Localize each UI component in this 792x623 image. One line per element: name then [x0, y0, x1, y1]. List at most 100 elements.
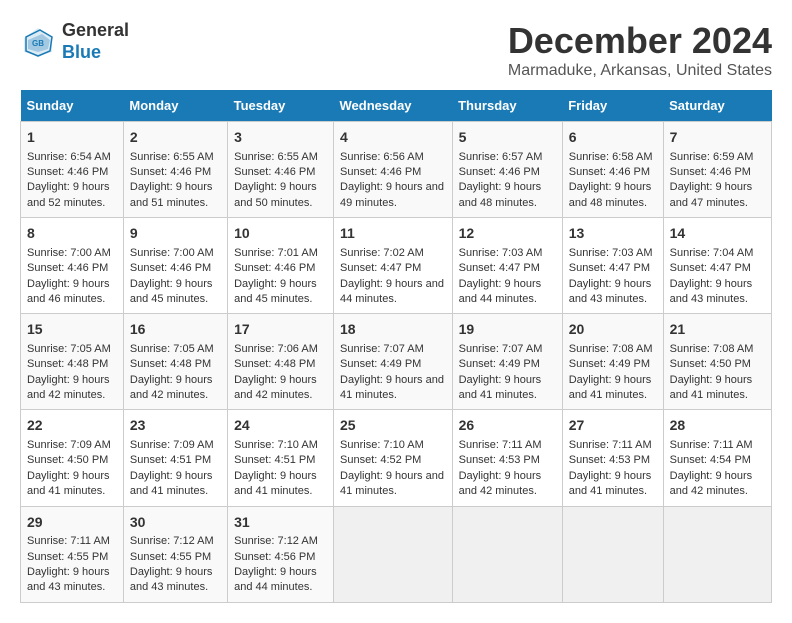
sunrise-text: Sunrise: 7:05 AM — [130, 342, 221, 357]
day-number: 2 — [130, 128, 221, 148]
sunrise-text: Sunrise: 7:07 AM — [340, 342, 446, 357]
sunrise-text: Sunrise: 6:56 AM — [340, 150, 446, 165]
calendar-cell: 28 Sunrise: 7:11 AMSunset: 4:54 PMDayligh… — [663, 410, 771, 506]
sunset-text: Sunset: 4:56 PM — [234, 550, 327, 565]
daylight-text: Daylight: 9 hours and 45 minutes. — [234, 277, 327, 308]
day-number: 26 — [459, 416, 556, 436]
day-number: 7 — [670, 128, 765, 148]
daylight-text: Daylight: 9 hours and 43 minutes. — [569, 277, 657, 308]
calendar-cell: 6Sunrise: 6:58 AMSunset: 4:46 PMDaylight… — [562, 122, 663, 218]
sunset-text: Sunset: 4:46 PM — [670, 165, 765, 180]
sunrise-text: Sunrise: 7:08 AM — [569, 342, 657, 357]
calendar-cell: 16Sunrise: 7:05 AMSunset: 4:48 PMDayligh… — [123, 314, 227, 410]
sunrise-text: Sunrise: 7:06 AM — [234, 342, 327, 357]
calendar-cell: 29Sunrise: 7:11 AMSunset: 4:55 PMDayligh… — [21, 506, 124, 602]
sunset-text: Sunset: 4:47 PM — [340, 261, 446, 276]
sunset-text: Sunset: 4:46 PM — [130, 165, 221, 180]
sunset-text: Sunset: 4:46 PM — [459, 165, 556, 180]
day-number: 30 — [130, 513, 221, 533]
sunrise-text: Sunrise: 6:58 AM — [569, 150, 657, 165]
calendar-cell: 12Sunrise: 7:03 AMSunset: 4:47 PMDayligh… — [452, 218, 562, 314]
sunset-text: Sunset: 4:46 PM — [27, 261, 117, 276]
sunset-text: Sunset: 4:54 PM — [670, 453, 765, 468]
day-number: 11 — [340, 224, 446, 244]
calendar-cell: 5Sunrise: 6:57 AMSunset: 4:46 PMDaylight… — [452, 122, 562, 218]
day-number: 24 — [234, 416, 327, 436]
sunset-text: Sunset: 4:46 PM — [234, 261, 327, 276]
daylight-text: Daylight: 9 hours and 41 minutes. — [234, 469, 327, 500]
day-number: 6 — [569, 128, 657, 148]
calendar-cell: 15Sunrise: 7:05 AMSunset: 4:48 PMDayligh… — [21, 314, 124, 410]
daylight-text: Daylight: 9 hours and 45 minutes. — [130, 277, 221, 308]
svg-text:GB: GB — [32, 39, 44, 48]
sunset-text: Sunset: 4:48 PM — [234, 357, 327, 372]
sunrise-text: Sunrise: 7:08 AM — [670, 342, 765, 357]
day-number: 9 — [130, 224, 221, 244]
day-number: 3 — [234, 128, 327, 148]
sunrise-text: Sunrise: 6:57 AM — [459, 150, 556, 165]
calendar-cell — [562, 506, 663, 602]
calendar-cell: 1Sunrise: 6:54 AMSunset: 4:46 PMDaylight… — [21, 122, 124, 218]
calendar-cell: 8Sunrise: 7:00 AMSunset: 4:46 PMDaylight… — [21, 218, 124, 314]
sunrise-text: Sunrise: 7:01 AM — [234, 246, 327, 261]
sunset-text: Sunset: 4:47 PM — [459, 261, 556, 276]
sunrise-text: Sunrise: 7:02 AM — [340, 246, 446, 261]
sunrise-text: Sunrise: 7:09 AM — [27, 438, 117, 453]
day-number: 22 — [27, 416, 117, 436]
sunrise-text: Sunrise: 7:11 AM — [27, 534, 117, 549]
sunset-text: Sunset: 4:46 PM — [130, 261, 221, 276]
day-number: 10 — [234, 224, 327, 244]
sunrise-text: Sunrise: 6:54 AM — [27, 150, 117, 165]
daylight-text: Daylight: 9 hours and 43 minutes. — [130, 565, 221, 596]
day-number: 31 — [234, 513, 327, 533]
daylight-text: Daylight: 9 hours and 42 minutes. — [670, 469, 765, 500]
sunrise-text: Sunrise: 7:03 AM — [459, 246, 556, 261]
sunset-text: Sunset: 4:49 PM — [569, 357, 657, 372]
calendar-cell: 25Sunrise: 7:10 AMSunset: 4:52 PMDayligh… — [334, 410, 453, 506]
sunrise-text: Sunrise: 7:11 AM — [670, 438, 765, 453]
calendar-cell: 19Sunrise: 7:07 AMSunset: 4:49 PMDayligh… — [452, 314, 562, 410]
sunset-text: Sunset: 4:48 PM — [27, 357, 117, 372]
sunrise-text: Sunrise: 7:12 AM — [234, 534, 327, 549]
daylight-text: Daylight: 9 hours and 50 minutes. — [234, 180, 327, 211]
sunset-text: Sunset: 4:52 PM — [340, 453, 446, 468]
day-number: 28 — [670, 416, 765, 436]
sunrise-text: Sunrise: 7:12 AM — [130, 534, 221, 549]
daylight-text: Daylight: 9 hours and 44 minutes. — [340, 277, 446, 308]
daylight-text: Daylight: 9 hours and 48 minutes. — [569, 180, 657, 211]
daylight-text: Daylight: 9 hours and 41 minutes. — [340, 469, 446, 500]
header-row: SundayMondayTuesdayWednesdayThursdayFrid… — [21, 90, 772, 122]
day-header-sunday: Sunday — [21, 90, 124, 122]
daylight-text: Daylight: 9 hours and 44 minutes. — [234, 565, 327, 596]
logo-text: General Blue — [62, 20, 129, 63]
day-header-friday: Friday — [562, 90, 663, 122]
sunset-text: Sunset: 4:47 PM — [569, 261, 657, 276]
daylight-text: Daylight: 9 hours and 48 minutes. — [459, 180, 556, 211]
daylight-text: Daylight: 9 hours and 49 minutes. — [340, 180, 446, 211]
week-row-4: 22Sunrise: 7:09 AMSunset: 4:50 PMDayligh… — [21, 410, 772, 506]
title-area: December 2024 Marmaduke, Arkansas, Unite… — [508, 20, 772, 80]
daylight-text: Daylight: 9 hours and 42 minutes. — [27, 373, 117, 404]
calendar-cell: 26Sunrise: 7:11 AMSunset: 4:53 PMDayligh… — [452, 410, 562, 506]
calendar-cell: 31Sunrise: 7:12 AMSunset: 4:56 PMDayligh… — [228, 506, 334, 602]
calendar-cell: 24Sunrise: 7:10 AMSunset: 4:51 PMDayligh… — [228, 410, 334, 506]
week-row-5: 29Sunrise: 7:11 AMSunset: 4:55 PMDayligh… — [21, 506, 772, 602]
daylight-text: Daylight: 9 hours and 41 minutes. — [27, 469, 117, 500]
day-header-saturday: Saturday — [663, 90, 771, 122]
logo-icon: GB — [20, 24, 56, 60]
sunrise-text: Sunrise: 7:10 AM — [340, 438, 446, 453]
calendar-cell — [663, 506, 771, 602]
daylight-text: Daylight: 9 hours and 43 minutes. — [670, 277, 765, 308]
calendar-cell: 3Sunrise: 6:55 AMSunset: 4:46 PMDaylight… — [228, 122, 334, 218]
daylight-text: Daylight: 9 hours and 41 minutes. — [459, 373, 556, 404]
calendar-cell: 14Sunrise: 7:04 AMSunset: 4:47 PMDayligh… — [663, 218, 771, 314]
calendar-cell: 20Sunrise: 7:08 AMSunset: 4:49 PMDayligh… — [562, 314, 663, 410]
daylight-text: Daylight: 9 hours and 51 minutes. — [130, 180, 221, 211]
daylight-text: Daylight: 9 hours and 41 minutes. — [130, 469, 221, 500]
week-row-1: 1Sunrise: 6:54 AMSunset: 4:46 PMDaylight… — [21, 122, 772, 218]
daylight-text: Daylight: 9 hours and 52 minutes. — [27, 180, 117, 211]
sunset-text: Sunset: 4:48 PM — [130, 357, 221, 372]
day-number: 18 — [340, 320, 446, 340]
day-number: 1 — [27, 128, 117, 148]
calendar-cell: 30Sunrise: 7:12 AMSunset: 4:55 PMDayligh… — [123, 506, 227, 602]
